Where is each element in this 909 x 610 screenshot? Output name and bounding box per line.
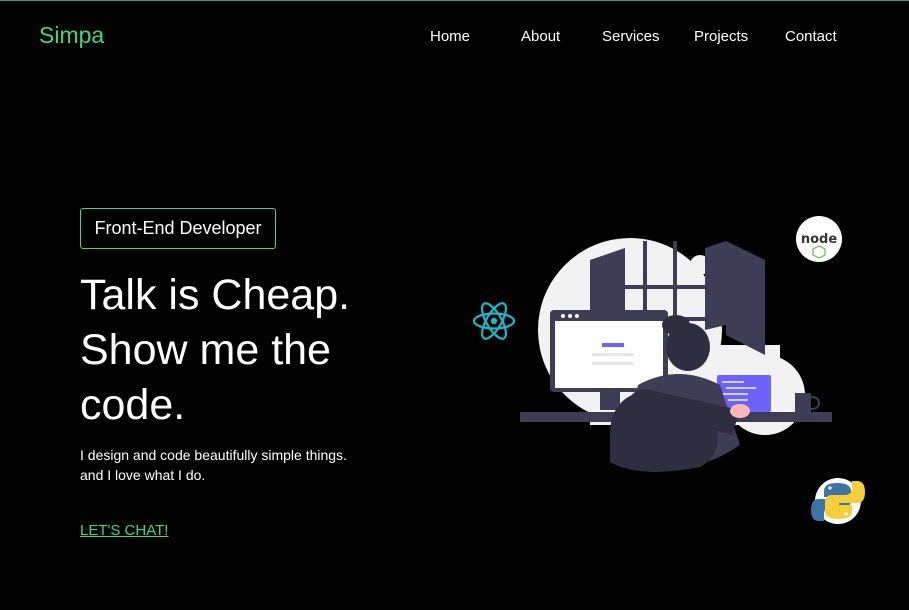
nav-link-projects[interactable]: Projects: [694, 28, 748, 45]
headline-line-2: Show me the: [80, 326, 331, 374]
main-nav: Home About Services Projects Contact: [0, 28, 909, 48]
lets-chat-link[interactable]: LET'S CHAT!: [80, 522, 168, 539]
headline-line-1: Talk is Cheap.: [80, 271, 351, 319]
developer-illustration: node: [472, 216, 865, 524]
hero-intro: I design and code beautifully simple thi…: [80, 445, 400, 485]
nodejs-logo-icon: node: [796, 216, 842, 262]
intro-line-2: and I love what I do.: [80, 467, 206, 483]
react-logo-icon: [472, 302, 516, 340]
svg-text:node: node: [801, 232, 837, 247]
role-badge: Front-End Developer: [80, 208, 276, 249]
nav-link-contact[interactable]: Contact: [785, 28, 837, 45]
headline-line-3: code.: [80, 381, 186, 429]
intro-line-1: I design and code beautifully simple thi…: [80, 447, 347, 463]
python-logo-icon: [811, 478, 865, 524]
top-border: [0, 0, 909, 1]
hero-headline: Talk is Cheap. Show me the code.: [80, 268, 440, 433]
nav-link-services[interactable]: Services: [602, 28, 660, 45]
nav-link-about[interactable]: About: [521, 28, 560, 45]
nav-link-home[interactable]: Home: [430, 28, 470, 45]
coffee-mug: [795, 393, 821, 413]
